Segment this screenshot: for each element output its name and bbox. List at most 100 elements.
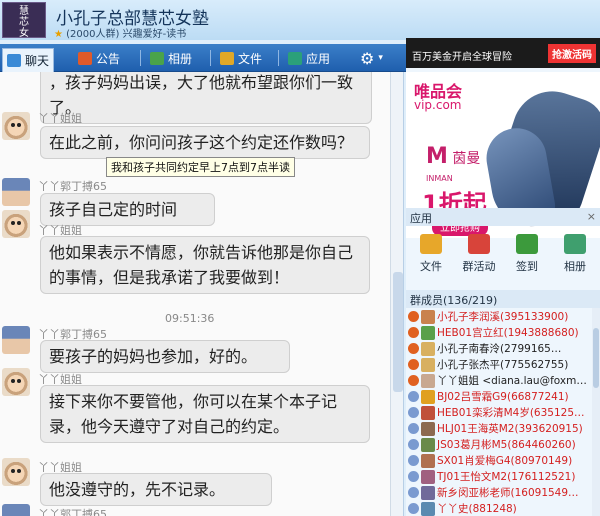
member-name: 小孔子张杰平(775562755) bbox=[437, 359, 569, 371]
member-icon bbox=[408, 423, 419, 434]
avatar bbox=[421, 501, 435, 516]
avatar[interactable] bbox=[2, 458, 30, 486]
app-label: 相册 bbox=[564, 260, 586, 273]
avatar bbox=[421, 469, 435, 484]
image-icon bbox=[564, 234, 586, 254]
apps-grid-icon bbox=[288, 51, 302, 65]
tab-chat[interactable]: 聊天 bbox=[2, 48, 55, 72]
member-row[interactable]: 丫丫史(881248) bbox=[408, 500, 596, 516]
top-banner-ad[interactable]: 百万美金开启全球冒险 抢激活码 bbox=[406, 38, 600, 68]
vip-url: vip.com bbox=[414, 98, 462, 112]
sender-name[interactable]: 丫丫姐姐 bbox=[38, 110, 82, 126]
chat-icon bbox=[7, 54, 21, 67]
member-row[interactable]: HEB01栾彩清M4岁(635125… bbox=[408, 404, 596, 421]
admin-icon bbox=[408, 343, 419, 354]
member-name: JS03葛月彬M5(864460260) bbox=[437, 439, 576, 451]
sender-name[interactable]: 丫丫郭丁搏65 bbox=[38, 178, 107, 194]
chat-history[interactable]: ，孩子妈妈出误，大了他就布望跟你们一致了。 丫丫姐姐 在此之前，你问问孩子这个约… bbox=[0, 72, 404, 516]
app-checkin[interactable]: 签到 bbox=[504, 234, 550, 274]
tab-announcement-label: 公告 bbox=[96, 51, 121, 66]
tab-files[interactable]: 文件 bbox=[216, 46, 266, 70]
member-name: HEB01宫立红(1943888680) bbox=[437, 327, 579, 339]
member-row[interactable]: 小孔子张杰平(775562755) bbox=[408, 356, 596, 373]
album-icon bbox=[150, 51, 164, 65]
chat-message-bubble: 在此之前，你问问孩子这个约定还作数吗？ bbox=[40, 126, 370, 159]
tab-album-label: 相册 bbox=[168, 51, 193, 66]
member-row[interactable]: 丫丫姐姐 <diana.lau@foxm… bbox=[408, 372, 596, 389]
avatar bbox=[421, 341, 435, 356]
tab-album[interactable]: 相册 bbox=[146, 46, 196, 70]
admin-icon bbox=[408, 375, 419, 386]
member-icon bbox=[408, 455, 419, 466]
chat-message-bubble: 接下来你不要管他，你可以在某个本子记录，他今天遵守了对自己的约定。 bbox=[40, 385, 370, 443]
chat-message-bubble: ，孩子妈妈出误，大了他就布望跟你们一致了。 bbox=[40, 72, 372, 124]
group-toolbar: 聊天 公告 相册 文件 应用 ⚙ ▾ bbox=[0, 44, 406, 72]
member-name: HLJ01王海英M2(393620915) bbox=[437, 423, 583, 435]
member-name: 丫丫史(881248) bbox=[437, 503, 517, 515]
avatar[interactable] bbox=[2, 210, 30, 238]
avatar[interactable] bbox=[2, 326, 30, 354]
avatar bbox=[421, 373, 435, 388]
admin-icon bbox=[408, 359, 419, 370]
sender-name[interactable]: 丫丫郭丁搏65 bbox=[38, 506, 107, 516]
avatar bbox=[421, 325, 435, 340]
message-timestamp: 09:51:36 bbox=[165, 312, 215, 325]
close-icon[interactable]: × bbox=[587, 210, 596, 223]
member-row[interactable]: 小孔子李润溪(395133900) bbox=[408, 308, 596, 325]
member-row[interactable]: HLJ01王海英M2(393620915) bbox=[408, 420, 596, 437]
avatar bbox=[421, 437, 435, 452]
member-name: 丫丫姐姐 <diana.lau@foxm… bbox=[437, 375, 587, 387]
member-row[interactable]: SX01肖爱梅G4(80970149) bbox=[408, 452, 596, 469]
member-icon bbox=[408, 503, 419, 514]
scrollbar-thumb[interactable] bbox=[393, 272, 403, 392]
member-name: TJ01王怡文M2(176112521) bbox=[437, 471, 576, 483]
avatar bbox=[421, 421, 435, 436]
app-files[interactable]: 文件 bbox=[408, 234, 454, 274]
settings-button[interactable]: ⚙ ▾ bbox=[356, 46, 387, 70]
avatar[interactable] bbox=[2, 112, 30, 140]
tab-chat-label: 聊天 bbox=[25, 54, 50, 68]
app-album[interactable]: 相册 bbox=[552, 234, 598, 274]
window-header: 慧 芯 女 小孔子总部慧芯女塾 ★ (2000人群) 兴趣爱好-读书 bbox=[0, 0, 600, 40]
member-row[interactable]: 新乡闵亚彬老师(16091549… bbox=[408, 484, 596, 501]
apps-panel: 文件 群活动 签到 相册 bbox=[406, 230, 600, 290]
avatar[interactable] bbox=[2, 504, 30, 516]
tab-announcement[interactable]: 公告 bbox=[74, 46, 124, 70]
apps-title: 应用 bbox=[410, 212, 432, 225]
toolbar-divider bbox=[140, 50, 141, 66]
group-logo[interactable]: 慧 芯 女 bbox=[2, 2, 46, 39]
member-icon bbox=[408, 391, 419, 402]
apps-header: 应用 × bbox=[406, 208, 600, 226]
logo-text-1: 慧 bbox=[19, 6, 29, 17]
tab-apps-label: 应用 bbox=[306, 51, 331, 66]
member-icon bbox=[408, 407, 419, 418]
tab-apps[interactable]: 应用 bbox=[284, 46, 334, 70]
member-row[interactable]: TJ01王怡文M2(176112521) bbox=[408, 468, 596, 485]
chat-scrollbar[interactable] bbox=[390, 72, 403, 516]
group-subtitle-text: (2000人群) 兴趣爱好-读书 bbox=[66, 29, 187, 40]
chat-message-bubble: 要孩子的妈妈也参加，好的。 bbox=[40, 340, 290, 373]
logo-text-3: 女 bbox=[19, 28, 29, 39]
admin-icon bbox=[408, 311, 419, 322]
toolbar-divider bbox=[210, 50, 211, 66]
scrollbar-thumb[interactable] bbox=[593, 328, 599, 388]
member-row[interactable]: HEB01宫立红(1943888680) bbox=[408, 324, 596, 341]
admin-icon bbox=[408, 327, 419, 338]
ad-text: 百万美金开启全球冒险 bbox=[412, 52, 512, 63]
avatar bbox=[421, 453, 435, 468]
member-list-scrollbar[interactable] bbox=[592, 308, 600, 516]
app-group-activity[interactable]: 群活动 bbox=[456, 234, 502, 274]
member-row[interactable]: BJ02吕雪霜G9(66877241) bbox=[408, 388, 596, 405]
tab-files-label: 文件 bbox=[238, 51, 263, 66]
member-row[interactable]: JS03葛月彬M5(864460260) bbox=[408, 436, 596, 453]
avatar[interactable] bbox=[2, 368, 30, 396]
member-name: BJ02吕雪霜G9(66877241) bbox=[437, 391, 569, 403]
chevron-down-icon: ▾ bbox=[378, 53, 383, 63]
brand-logo: M 茵曼 INMAN bbox=[426, 144, 481, 183]
member-name: 新乡闵亚彬老师(16091549… bbox=[437, 487, 579, 499]
avatar[interactable] bbox=[2, 178, 30, 206]
member-list[interactable]: 小孔子李润溪(395133900) HEB01宫立红(1943888680) 小… bbox=[406, 308, 600, 516]
ad-button[interactable]: 抢激活码 bbox=[548, 44, 596, 63]
member-row[interactable]: 小孔子南春泠(2799165… bbox=[408, 340, 596, 357]
member-name: 小孔子南春泠(2799165… bbox=[437, 343, 562, 355]
